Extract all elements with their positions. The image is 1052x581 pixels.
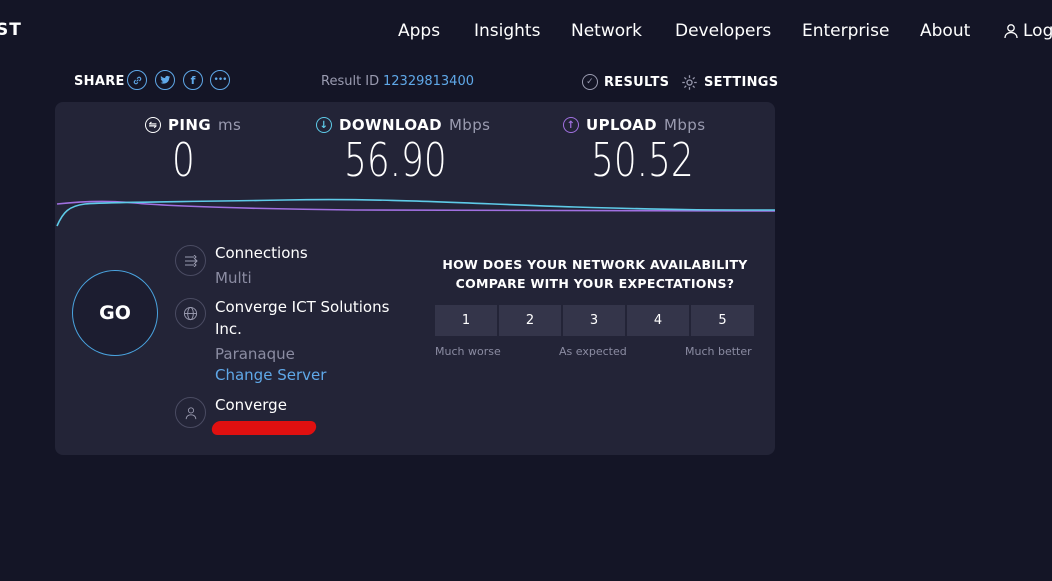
connections-icon (175, 245, 206, 276)
download-label: DOWNLOAD (339, 116, 442, 134)
rating-label-mid: As expected (559, 345, 627, 358)
rating-button-2[interactable]: 2 (499, 305, 561, 336)
results-label: RESULTS (604, 74, 670, 90)
go-button[interactable]: GO (72, 270, 158, 356)
gear-icon (682, 75, 697, 90)
ping-label: PING (168, 116, 212, 134)
ping-header: ⇋ PING ms (145, 116, 241, 134)
ping-value: 0 (172, 133, 195, 187)
rating-button-3[interactable]: 3 (563, 305, 625, 336)
connections-title: Connections (215, 244, 308, 262)
redaction-mark (210, 421, 318, 435)
check-icon: ✓ (582, 74, 598, 90)
isp-name: Converge (215, 396, 287, 414)
nav-insights[interactable]: Insights (474, 21, 540, 41)
user-icon (1004, 24, 1018, 39)
ping-icon: ⇋ (145, 117, 161, 133)
rating-button-4[interactable]: 4 (627, 305, 689, 336)
globe-icon (175, 298, 206, 329)
upload-arrow-icon: ↑ (563, 117, 579, 133)
ping-unit: ms (218, 116, 242, 134)
facebook-icon[interactable]: f (183, 70, 203, 90)
server-location: Paranaque (215, 345, 295, 363)
nav-network[interactable]: Network (571, 21, 642, 41)
settings-button[interactable]: SETTINGS (681, 74, 778, 91)
more-icon[interactable]: ••• (210, 70, 230, 90)
speed-graph (56, 198, 775, 227)
connections-value[interactable]: Multi (215, 269, 252, 287)
server-name-line1: Converge ICT Solutions (215, 298, 390, 316)
download-graph-line (56, 198, 775, 227)
server-name-line2: Inc. (215, 320, 242, 338)
login-label: Log (1023, 21, 1052, 41)
nav-about[interactable]: About (920, 21, 970, 41)
settings-label: SETTINGS (704, 75, 779, 90)
rating-button-1[interactable]: 1 (435, 305, 497, 336)
survey-question-line2: COMPARE WITH YOUR EXPECTATIONS? (455, 276, 735, 291)
upload-value: 50.52 (591, 133, 694, 187)
download-arrow-icon: ↓ (316, 117, 332, 133)
rating-button-5[interactable]: 5 (691, 305, 754, 336)
download-value: 56.90 (344, 133, 447, 187)
logo[interactable]: ST (0, 20, 22, 40)
upload-label: UPLOAD (586, 116, 658, 134)
result-id-label: Result ID (321, 74, 380, 89)
results-button[interactable]: ✓ RESULTS (582, 74, 669, 90)
nav-developers[interactable]: Developers (675, 21, 771, 41)
result-id-link[interactable]: 12329813400 (383, 74, 474, 89)
upload-unit: Mbps (664, 116, 706, 134)
upload-header: ↑ UPLOAD Mbps (563, 116, 705, 134)
nav-enterprise[interactable]: Enterprise (802, 21, 889, 41)
rating-label-high: Much better (685, 345, 752, 358)
twitter-icon[interactable] (155, 70, 175, 90)
link-icon[interactable] (127, 70, 147, 90)
share-label: SHARE (74, 74, 125, 89)
download-header: ↓ DOWNLOAD Mbps (316, 116, 490, 134)
user-isp-icon (175, 397, 206, 428)
change-server-link[interactable]: Change Server (215, 366, 326, 384)
survey-question: HOW DOES YOUR NETWORK AVAILABILITY COMPA… (430, 255, 760, 293)
download-unit: Mbps (448, 116, 491, 134)
rating-label-low: Much worse (435, 345, 501, 358)
nav-apps[interactable]: Apps (398, 21, 440, 41)
login-link[interactable]: Log (1003, 21, 1052, 41)
survey-question-line1: HOW DOES YOUR NETWORK AVAILABILITY (442, 257, 748, 272)
